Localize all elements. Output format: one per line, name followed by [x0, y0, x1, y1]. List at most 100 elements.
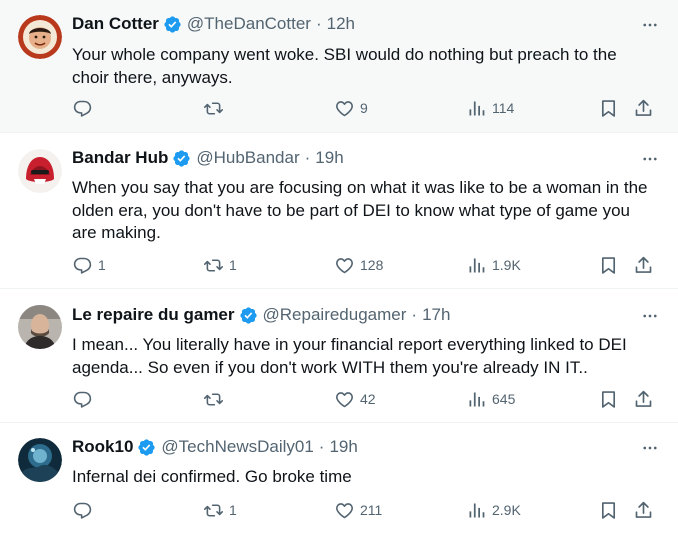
action-bar: 42 645: [72, 388, 662, 410]
share-button[interactable]: [633, 254, 654, 276]
tweet[interactable]: Le repaire du gamer @Repairedugamer · 17…: [0, 289, 678, 423]
like-icon: [334, 255, 355, 276]
timestamp[interactable]: 17h: [422, 305, 450, 325]
like-icon: [334, 389, 355, 410]
reply-icon: [72, 255, 93, 276]
reply-button[interactable]: [72, 499, 98, 521]
separator-dot: ·: [411, 305, 418, 324]
tweet[interactable]: Bandar Hub @HubBandar · 19h When you say…: [0, 133, 678, 289]
avatar[interactable]: [18, 149, 62, 193]
view-count: 645: [492, 391, 516, 407]
bookmark-icon: [598, 389, 619, 410]
tweet-text: When you say that you are focusing on wh…: [72, 178, 648, 242]
tweet-text: I mean... You literally have in your fin…: [72, 335, 627, 377]
like-button[interactable]: 128: [334, 254, 383, 276]
repost-count: 1: [229, 502, 237, 518]
reply-button[interactable]: [72, 388, 98, 410]
tweet[interactable]: Dan Cotter @TheDanCotter · 12h Your whol…: [0, 0, 678, 133]
verified-badge-icon: [137, 438, 156, 457]
author-handle[interactable]: @Repairedugamer: [263, 305, 407, 325]
like-icon: [334, 98, 355, 119]
repost-icon: [203, 500, 224, 521]
reply-icon: [72, 500, 93, 521]
repost-count: 1: [229, 257, 237, 273]
repost-button[interactable]: [203, 388, 229, 410]
separator-dot: ·: [318, 437, 325, 456]
like-button[interactable]: 9: [334, 97, 368, 119]
verified-badge-icon: [172, 149, 191, 168]
timestamp[interactable]: 12h: [327, 14, 355, 34]
reply-icon: [72, 98, 93, 119]
like-count: 9: [360, 100, 368, 116]
more-icon[interactable]: [640, 306, 660, 326]
bookmark-icon: [598, 255, 619, 276]
views-icon: [466, 255, 487, 276]
reply-button[interactable]: 1: [72, 254, 106, 276]
action-bar: 1 211 2.9K: [72, 499, 662, 521]
bookmark-icon: [598, 500, 619, 521]
separator-dot: ·: [315, 14, 322, 33]
repost-icon: [203, 98, 224, 119]
tweet-text: Infernal dei confirmed. Go broke time: [72, 467, 352, 486]
bookmark-button[interactable]: [598, 388, 619, 410]
share-icon: [633, 98, 654, 119]
tweet-header: Rook10 @TechNewsDaily01 · 19h: [72, 437, 358, 457]
more-icon[interactable]: [640, 149, 660, 169]
view-count: 114: [492, 100, 515, 116]
author-handle[interactable]: @HubBandar: [196, 148, 299, 168]
share-button[interactable]: [633, 388, 654, 410]
avatar[interactable]: [18, 438, 62, 482]
timestamp[interactable]: 19h: [315, 148, 343, 168]
view-count: 1.9K: [492, 257, 521, 273]
verified-badge-icon: [239, 306, 258, 325]
more-icon[interactable]: [640, 438, 660, 458]
like-count: 42: [360, 391, 376, 407]
repost-button[interactable]: 1: [203, 254, 237, 276]
view-count: 2.9K: [492, 502, 521, 518]
avatar[interactable]: [18, 305, 62, 349]
author-name[interactable]: Dan Cotter: [72, 14, 159, 34]
reply-button[interactable]: [72, 97, 98, 119]
separator-dot: ·: [304, 148, 311, 167]
views-button[interactable]: 2.9K: [466, 499, 521, 521]
more-icon[interactable]: [640, 15, 660, 35]
like-count: 211: [360, 502, 383, 518]
repost-icon: [203, 389, 224, 410]
share-button[interactable]: [633, 499, 654, 521]
share-button[interactable]: [633, 97, 654, 119]
reply-feed: Dan Cotter @TheDanCotter · 12h Your whol…: [0, 0, 678, 543]
views-icon: [466, 98, 487, 119]
tweet[interactable]: Rook10 @TechNewsDaily01 · 19h Infernal d…: [0, 423, 678, 543]
author-name[interactable]: Bandar Hub: [72, 148, 168, 168]
action-bar: 1 1 128 1.9K: [72, 254, 662, 276]
reply-count: 1: [98, 257, 106, 273]
tweet-header: Le repaire du gamer @Repairedugamer · 17…: [72, 305, 450, 325]
author-name[interactable]: Rook10: [72, 437, 133, 457]
share-icon: [633, 255, 654, 276]
timestamp[interactable]: 19h: [329, 437, 357, 457]
repost-icon: [203, 255, 224, 276]
like-button[interactable]: 211: [334, 499, 382, 521]
like-button[interactable]: 42: [334, 388, 376, 410]
avatar[interactable]: [18, 15, 62, 59]
tweet-header: Bandar Hub @HubBandar · 19h: [72, 148, 344, 168]
repost-button[interactable]: 1: [203, 499, 237, 521]
like-icon: [334, 500, 355, 521]
author-handle[interactable]: @TechNewsDaily01: [161, 437, 313, 457]
views-button[interactable]: 114: [466, 97, 514, 119]
views-icon: [466, 500, 487, 521]
bookmark-button[interactable]: [598, 499, 619, 521]
bookmark-icon: [598, 98, 619, 119]
share-icon: [633, 389, 654, 410]
tweet-header: Dan Cotter @TheDanCotter · 12h: [72, 14, 355, 34]
bookmark-button[interactable]: [598, 254, 619, 276]
share-icon: [633, 500, 654, 521]
author-handle[interactable]: @TheDanCotter: [187, 14, 311, 34]
views-button[interactable]: 645: [466, 388, 515, 410]
bookmark-button[interactable]: [598, 97, 619, 119]
views-button[interactable]: 1.9K: [466, 254, 521, 276]
author-name[interactable]: Le repaire du gamer: [72, 305, 235, 325]
action-bar: 9 114: [72, 97, 662, 119]
like-count: 128: [360, 257, 384, 273]
repost-button[interactable]: [203, 97, 229, 119]
